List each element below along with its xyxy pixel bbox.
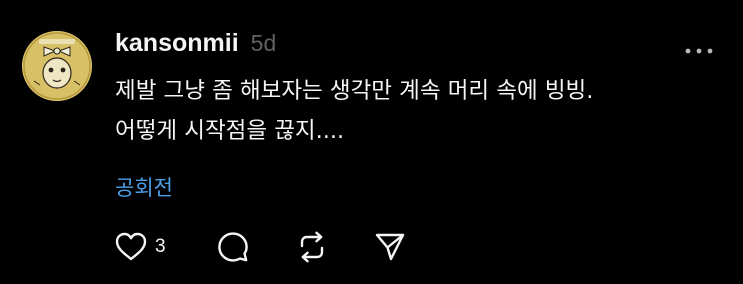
like-count: 3 [155,236,166,257]
timestamp: 5d [250,30,277,56]
username[interactable]: kansonmii [115,29,239,58]
thread-post: kansonmii 5d 제발 그냥 좀 해보자는 생각만 계속 머리 속에 빙… [0,0,743,284]
translate-link[interactable]: 공회전 [115,173,173,203]
like-button[interactable]: 3 [115,228,166,266]
send-paper-plane-icon [375,233,405,261]
repost-arrows-icon [300,231,324,263]
post-body: 제발 그냥 좀 해보자는 생각만 계속 머리 속에 빙빙. 어떻게 시작점을 끊… [115,71,715,151]
heart-icon [115,232,147,261]
comment-bubble-icon [218,232,248,262]
post-body-line: 어떻게 시작점을 끊지.... [115,118,345,144]
avatar[interactable] [22,31,92,101]
post-body-line: 제발 그냥 좀 해보자는 생각만 계속 머리 속에 빙빙. [115,78,594,104]
avatar-illustration [22,31,92,101]
share-button[interactable] [374,228,406,266]
more-horizontal-icon [685,48,713,54]
repost-button[interactable] [297,228,327,266]
post-header: kansonmii 5d [115,29,276,63]
more-options-button[interactable] [684,41,714,54]
reply-button[interactable] [217,228,249,266]
